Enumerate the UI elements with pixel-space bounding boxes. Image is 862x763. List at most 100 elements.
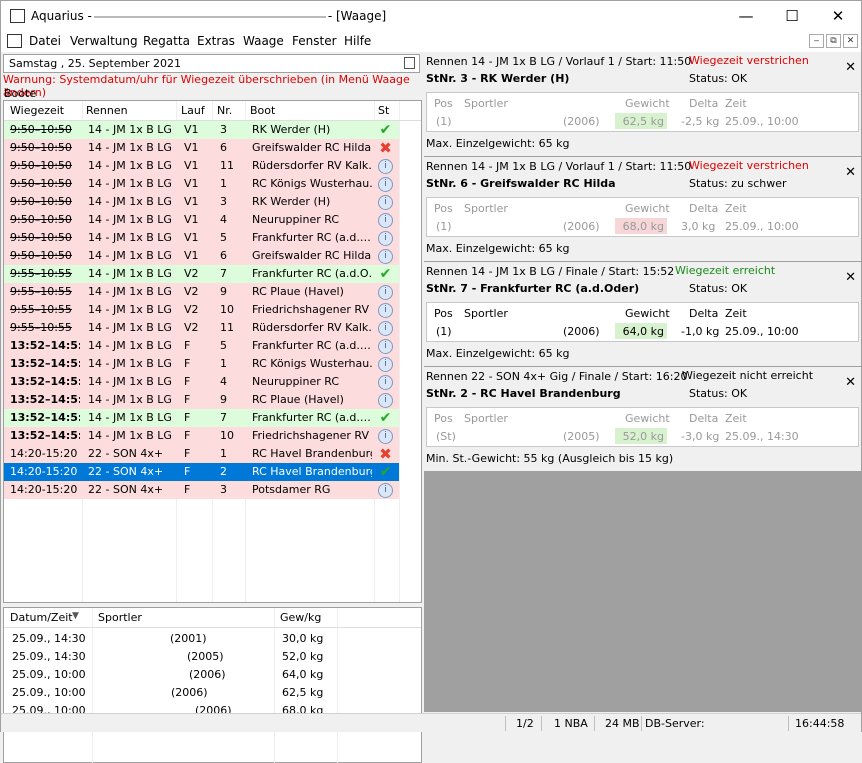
menu-regatta[interactable]: Regatta	[143, 34, 190, 48]
boat-row[interactable]: 9:55–10:55 14 - JM 1x B LG V2 11 Rüdersd…	[4, 319, 399, 337]
card-close-icon[interactable]: ✕	[845, 165, 856, 180]
row-boat: RC Havel Brandenburg	[252, 447, 372, 460]
boats-panel: Samstag , 25. September 2021 Warnung: Sy…	[1, 52, 423, 763]
card-time: 25.09., 14:30	[725, 430, 799, 443]
card-pos: (1)	[436, 115, 452, 128]
col-wiegezeit[interactable]: Wiegezeit	[10, 104, 64, 117]
menu-datei[interactable]: Datei	[29, 34, 61, 48]
boat-row[interactable]: 13:52–14:5: 14 - JM 1x B LG F 7 Frankfur…	[4, 409, 399, 427]
col-nr[interactable]: Nr.	[217, 104, 232, 117]
row-heat: V2	[184, 267, 199, 280]
row-heat: V1	[184, 141, 199, 154]
boat-row[interactable]: 14:20-15:20 22 - SON 4x+ F 3 Potsdamer R…	[4, 481, 399, 499]
boat-row[interactable]: 13:52–14:5: 14 - JM 1x B LG F 10 Friedri…	[4, 427, 399, 445]
col-gewicht[interactable]: Gew/kg	[280, 611, 321, 624]
mdi-child-icon[interactable]	[7, 34, 22, 48]
app-icon	[10, 9, 25, 23]
card-athlete-year: (2006)	[563, 220, 600, 233]
info-icon: i	[378, 393, 393, 408]
boat-row[interactable]: 13:52–14:5: 14 - JM 1x B LG F 9 RC Plaue…	[4, 391, 399, 409]
row-race: 14 - JM 1x B LG	[88, 429, 172, 442]
boat-row[interactable]: 9:50–10:50 14 - JM 1x B LG V1 11 Rüdersd…	[4, 157, 399, 175]
card-col-sportler: Sportler	[464, 412, 508, 425]
boat-row[interactable]: 13:52–14:5: 14 - JM 1x B LG F 4 Neuruppi…	[4, 373, 399, 391]
boat-row[interactable]: 9:50–10:50 14 - JM 1x B LG V1 1 RC König…	[4, 175, 399, 193]
row-boat: Frankfurter RC (a.d.…	[252, 339, 371, 352]
weighing-datetime: 25.09., 14:30	[12, 632, 86, 645]
card-col-zeit: Zeit	[725, 307, 747, 320]
row-nr: 7	[220, 411, 227, 424]
status-page: 1/2	[516, 717, 534, 730]
card-close-icon[interactable]: ✕	[845, 270, 856, 285]
row-race: 14 - JM 1x B LG	[88, 357, 172, 370]
card-athlete-table: Pos Sportler Gewicht Delta Zeit (1) (200…	[426, 92, 859, 132]
weighing-row[interactable]: 25.09., 14:30 (2005) 52,0 kg	[4, 648, 339, 666]
boat-row[interactable]: 14:20-15:20 22 - SON 4x+ F 1 RC Havel Br…	[4, 445, 399, 463]
weighing-row[interactable]: 25.09., 14:30 (2001) 30,0 kg	[4, 630, 339, 648]
weighing-weight: 64,0 kg	[282, 668, 324, 681]
calendar-icon[interactable]	[404, 57, 415, 69]
card-close-icon[interactable]: ✕	[845, 60, 856, 75]
date-picker[interactable]: Samstag , 25. September 2021	[3, 54, 420, 73]
row-heat: F	[184, 465, 191, 478]
boat-row[interactable]: 14:20-15:20 22 - SON 4x+ F 2 RC Havel Br…	[4, 463, 399, 481]
maximize-button[interactable]: ☐	[769, 1, 815, 31]
col-status[interactable]: St	[378, 104, 389, 117]
cross-icon: ✖	[379, 141, 392, 156]
boats-grid[interactable]: Wiegezeit Rennen Lauf Nr. Boot St 9:50–1…	[3, 100, 422, 603]
boat-row[interactable]: 9:50–10:50 14 - JM 1x B LG V1 6 Greifswa…	[4, 139, 399, 157]
col-datum-zeit[interactable]: Datum/Zeit	[10, 611, 73, 624]
card-col-pos: Pos	[434, 97, 453, 110]
weighings-table[interactable]: Datum/Zeit ▼ Sportler Gew/kg 25.09., 14:…	[3, 607, 422, 763]
card-race: Rennen 22 - SON 4x+ Gig / Finale / Start…	[426, 370, 688, 383]
card-footer: Max. Einzelgewicht: 65 kg	[426, 242, 570, 255]
weighing-athlete: (2006)	[171, 686, 208, 699]
menu-verwaltung[interactable]: Verwaltung	[70, 34, 138, 48]
boat-row[interactable]: 9:50–10:50 14 - JM 1x B LG V1 4 Neuruppi…	[4, 211, 399, 229]
weighing-row[interactable]: 25.09., 10:00 (2006) 62,5 kg	[4, 684, 339, 702]
card-weigh-state: Wiegezeit nicht erreicht	[682, 369, 814, 382]
card-footer: Min. St.-Gewicht: 55 kg (Ausgleich bis 1…	[426, 452, 674, 465]
boat-row[interactable]: 9:50–10:50 14 - JM 1x B LG V1 5 Frankfur…	[4, 229, 399, 247]
col-lauf[interactable]: Lauf	[181, 104, 205, 117]
weighing-datetime: 25.09., 14:30	[12, 650, 86, 663]
row-time: 9:55–10:55	[10, 285, 72, 298]
col-rennen[interactable]: Rennen	[86, 104, 128, 117]
mdi-minimize-button[interactable]: ‒	[809, 34, 824, 48]
mdi-restore-button[interactable]: ⧉	[826, 34, 841, 48]
col-sportler[interactable]: Sportler	[98, 611, 142, 624]
boat-row[interactable]: 9:55–10:55 14 - JM 1x B LG V2 7 Frankfur…	[4, 265, 399, 283]
card-delta: -3,0 kg	[681, 430, 720, 443]
row-nr: 1	[220, 177, 227, 190]
mdi-close-button[interactable]: ✕	[843, 34, 858, 48]
menu-extras[interactable]: Extras	[197, 34, 235, 48]
boat-row[interactable]: 13:52–14:5: 14 - JM 1x B LG F 5 Frankfur…	[4, 337, 399, 355]
col-boot[interactable]: Boot	[250, 104, 275, 117]
weighing-row[interactable]: 25.09., 10:00 (2006) 64,0 kg	[4, 666, 339, 684]
card-time: 25.09., 10:00	[725, 325, 799, 338]
boat-row[interactable]: 9:50–10:50 14 - JM 1x B LG V1 3 RK Werde…	[4, 121, 399, 139]
card-start-number: StNr. 7 - Frankfurter RC (a.d.Oder)	[426, 282, 640, 295]
minimize-button[interactable]: —	[723, 1, 769, 31]
close-window-button[interactable]: ✕	[815, 1, 861, 31]
menu-waage[interactable]: Waage	[243, 34, 284, 48]
row-nr: 10	[220, 429, 234, 442]
menu-hilfe[interactable]: Hilfe	[344, 34, 371, 48]
row-nr: 3	[220, 483, 227, 496]
row-time: 9:50–10:50	[10, 249, 72, 262]
info-icon: i	[378, 285, 393, 300]
row-race: 14 - JM 1x B LG	[88, 339, 172, 352]
menu-fenster[interactable]: Fenster	[292, 34, 337, 48]
boat-row[interactable]: 9:55–10:55 14 - JM 1x B LG V2 10 Friedri…	[4, 301, 399, 319]
weigh-cards-panel: Rennen 14 - JM 1x B LG / Vorlauf 1 / Sta…	[424, 52, 861, 712]
boat-row[interactable]: 9:55–10:55 14 - JM 1x B LG V2 9 RC Plaue…	[4, 283, 399, 301]
boat-row[interactable]: 9:50–10:50 14 - JM 1x B LG V1 3 RK Werde…	[4, 193, 399, 211]
info-icon: i	[378, 357, 393, 372]
card-close-icon[interactable]: ✕	[845, 375, 856, 390]
row-boat: RC Plaue (Havel)	[252, 285, 344, 298]
row-race: 14 - JM 1x B LG	[88, 411, 172, 424]
title-bar[interactable]: Aquarius -- [Waage] — ☐ ✕	[1, 1, 861, 31]
boat-row[interactable]: 9:50–10:50 14 - JM 1x B LG V1 6 Greifswa…	[4, 247, 399, 265]
boat-row[interactable]: 13:52–14:5: 14 - JM 1x B LG F 1 RC König…	[4, 355, 399, 373]
row-boat: Friedrichshagener RV	[252, 303, 369, 316]
